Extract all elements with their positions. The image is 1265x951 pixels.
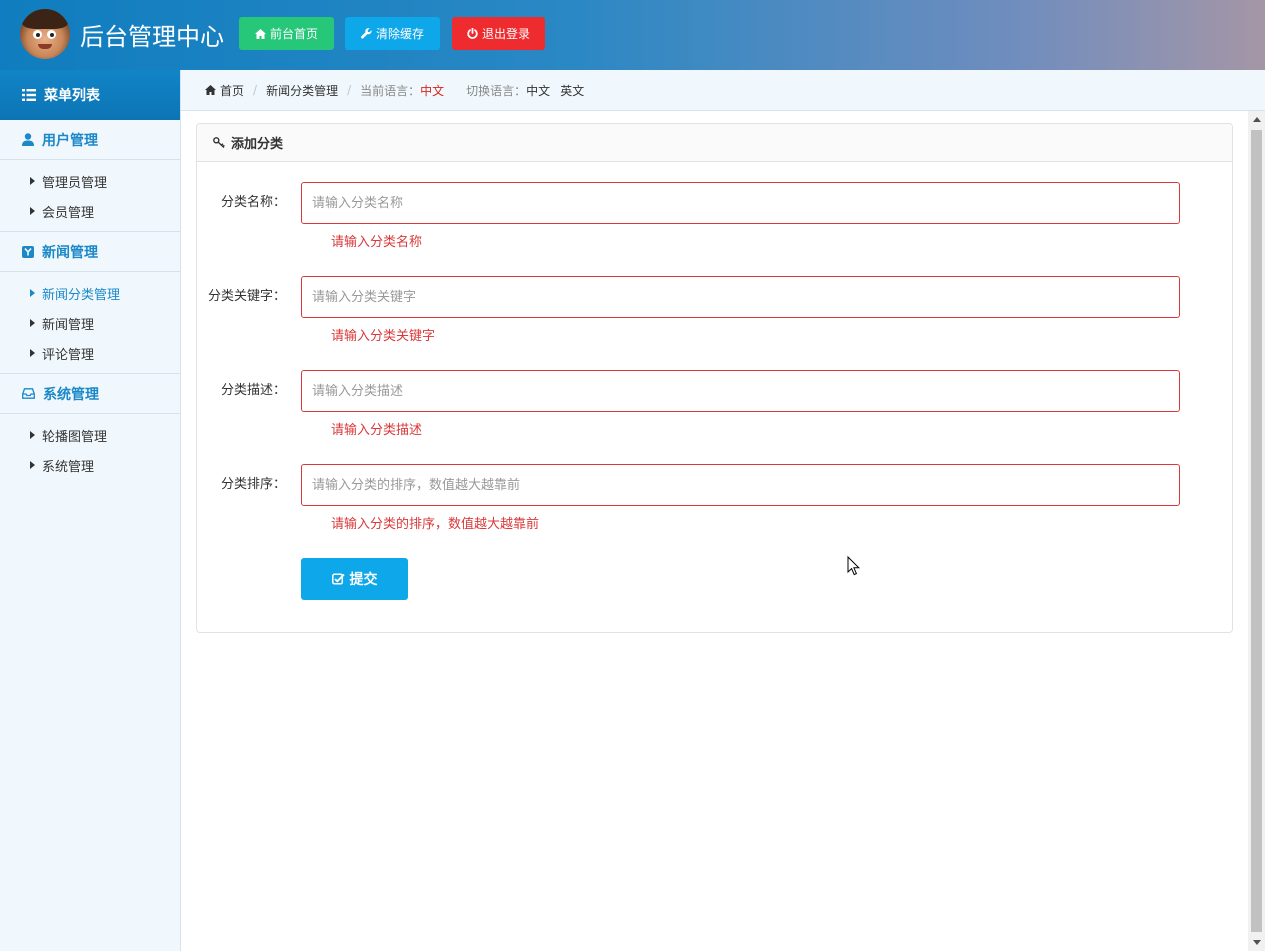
sidebar-group-news[interactable]: 新闻管理 bbox=[0, 232, 180, 272]
sidebar-group-system-label: 系统管理 bbox=[43, 386, 99, 403]
sidebar: 菜单列表 用户管理 管理员管理 会员管理 新闻管理 新闻分类管理 新闻管理 评论… bbox=[0, 70, 181, 951]
current-language-label: 当前语言： bbox=[360, 83, 421, 98]
current-language-value: 中文 bbox=[420, 83, 445, 98]
clear-cache-label: 清除缓存 bbox=[375, 27, 424, 41]
sidebar-item-label: 轮播图管理 bbox=[42, 429, 108, 445]
language-option-english[interactable]: 英文 bbox=[560, 82, 584, 99]
sidebar-item-label: 会员管理 bbox=[42, 205, 95, 221]
sidebar-group-news-label: 新闻管理 bbox=[42, 244, 98, 261]
menu-list-title: 菜单列表 bbox=[44, 88, 100, 104]
category-keyword-label: 分类关键字： bbox=[207, 289, 286, 304]
logout-label: 退出登录 bbox=[481, 27, 530, 41]
vertical-scrollbar[interactable] bbox=[1248, 111, 1265, 951]
user-icon bbox=[22, 133, 34, 146]
category-name-error: 请输入分类名称 bbox=[331, 235, 423, 250]
sidebar-item-label: 系统管理 bbox=[42, 459, 95, 475]
clear-cache-button[interactable]: 清除缓存 bbox=[345, 17, 440, 50]
category-name-label: 分类名称： bbox=[220, 195, 286, 210]
scrollbar-thumb[interactable] bbox=[1251, 130, 1262, 932]
panel-title: 添加分类 bbox=[231, 137, 284, 152]
switch-language-label: 切换语言： bbox=[466, 83, 527, 98]
mouse-cursor-icon bbox=[847, 556, 861, 576]
scroll-up-arrow-icon[interactable] bbox=[1248, 111, 1265, 128]
category-sort-input[interactable] bbox=[301, 464, 1180, 506]
menu-list-header: 菜单列表 bbox=[0, 70, 180, 120]
category-sort-label: 分类排序： bbox=[220, 477, 286, 492]
sidebar-item-label: 管理员管理 bbox=[42, 175, 108, 191]
key-icon bbox=[213, 137, 225, 148]
sidebar-group-system[interactable]: 系统管理 bbox=[0, 374, 180, 414]
breadcrumb-separator: / bbox=[253, 83, 258, 97]
wrench-icon bbox=[361, 28, 372, 39]
power-icon bbox=[467, 28, 478, 39]
category-keyword-error: 请输入分类关键字 bbox=[331, 329, 436, 344]
category-description-error: 请输入分类描述 bbox=[331, 423, 423, 438]
sidebar-item-news-category-management[interactable]: 新闻分类管理 bbox=[0, 278, 180, 308]
caret-right-icon bbox=[30, 349, 35, 357]
category-name-input[interactable] bbox=[301, 182, 1180, 224]
logout-button[interactable]: 退出登录 bbox=[452, 17, 545, 50]
caret-right-icon bbox=[30, 177, 35, 185]
category-description-input[interactable] bbox=[301, 370, 1180, 412]
language-option-chinese[interactable]: 中文 bbox=[526, 82, 550, 99]
sidebar-item-label: 新闻管理 bbox=[42, 317, 95, 333]
inbox-icon bbox=[22, 388, 35, 399]
list-icon bbox=[22, 89, 36, 101]
submit-label: 提交 bbox=[349, 571, 378, 587]
category-sort-error: 请输入分类的排序，数值越大越靠前 bbox=[331, 517, 540, 532]
panel-header: 添加分类 bbox=[197, 124, 1232, 162]
caret-right-icon bbox=[30, 461, 35, 469]
logo-avatar bbox=[20, 9, 70, 59]
breadcrumb-separator: / bbox=[347, 83, 352, 97]
caret-right-icon bbox=[30, 319, 35, 327]
breadcrumb-current-page[interactable]: 新闻分类管理 bbox=[266, 82, 338, 99]
sidebar-item-system-management[interactable]: 系统管理 bbox=[0, 450, 180, 480]
category-keyword-input[interactable] bbox=[301, 276, 1180, 318]
news-y-icon bbox=[22, 245, 34, 258]
caret-right-icon bbox=[30, 431, 35, 439]
caret-right-icon bbox=[30, 289, 35, 297]
check-square-icon bbox=[331, 573, 345, 585]
sidebar-item-member-management[interactable]: 会员管理 bbox=[0, 196, 180, 226]
caret-right-icon bbox=[30, 207, 35, 215]
home-icon bbox=[205, 85, 216, 95]
sidebar-item-news-management[interactable]: 新闻管理 bbox=[0, 308, 180, 338]
sidebar-group-user-label: 用户管理 bbox=[42, 132, 98, 149]
home-icon bbox=[254, 28, 266, 39]
frontend-home-label: 前台首页 bbox=[269, 27, 318, 41]
frontend-home-button[interactable]: 前台首页 bbox=[239, 17, 334, 50]
top-header: 后台管理中心 前台首页 清除缓存 退出登录 bbox=[0, 0, 1265, 70]
sidebar-item-label: 新闻分类管理 bbox=[42, 287, 121, 303]
sidebar-item-label: 评论管理 bbox=[42, 347, 95, 363]
breadcrumb: 首页 / 新闻分类管理 / 当前语言： 中文 切换语言： 中文 英文 bbox=[181, 70, 1265, 111]
add-category-panel: 添加分类 分类名称： 请输入分类名称 分类关键字： 请输入分类关键字 分类描述：… bbox=[196, 123, 1233, 633]
site-title: 后台管理中心 bbox=[80, 23, 224, 51]
sidebar-item-carousel-management[interactable]: 轮播图管理 bbox=[0, 420, 180, 450]
submit-button[interactable]: 提交 bbox=[301, 558, 408, 600]
sidebar-group-user[interactable]: 用户管理 bbox=[0, 120, 180, 160]
scroll-down-arrow-icon[interactable] bbox=[1248, 934, 1265, 951]
category-description-label: 分类描述： bbox=[220, 383, 286, 398]
breadcrumb-home-link[interactable]: 首页 bbox=[220, 82, 244, 99]
sidebar-item-admin-management[interactable]: 管理员管理 bbox=[0, 166, 180, 196]
sidebar-item-comment-management[interactable]: 评论管理 bbox=[0, 338, 180, 368]
